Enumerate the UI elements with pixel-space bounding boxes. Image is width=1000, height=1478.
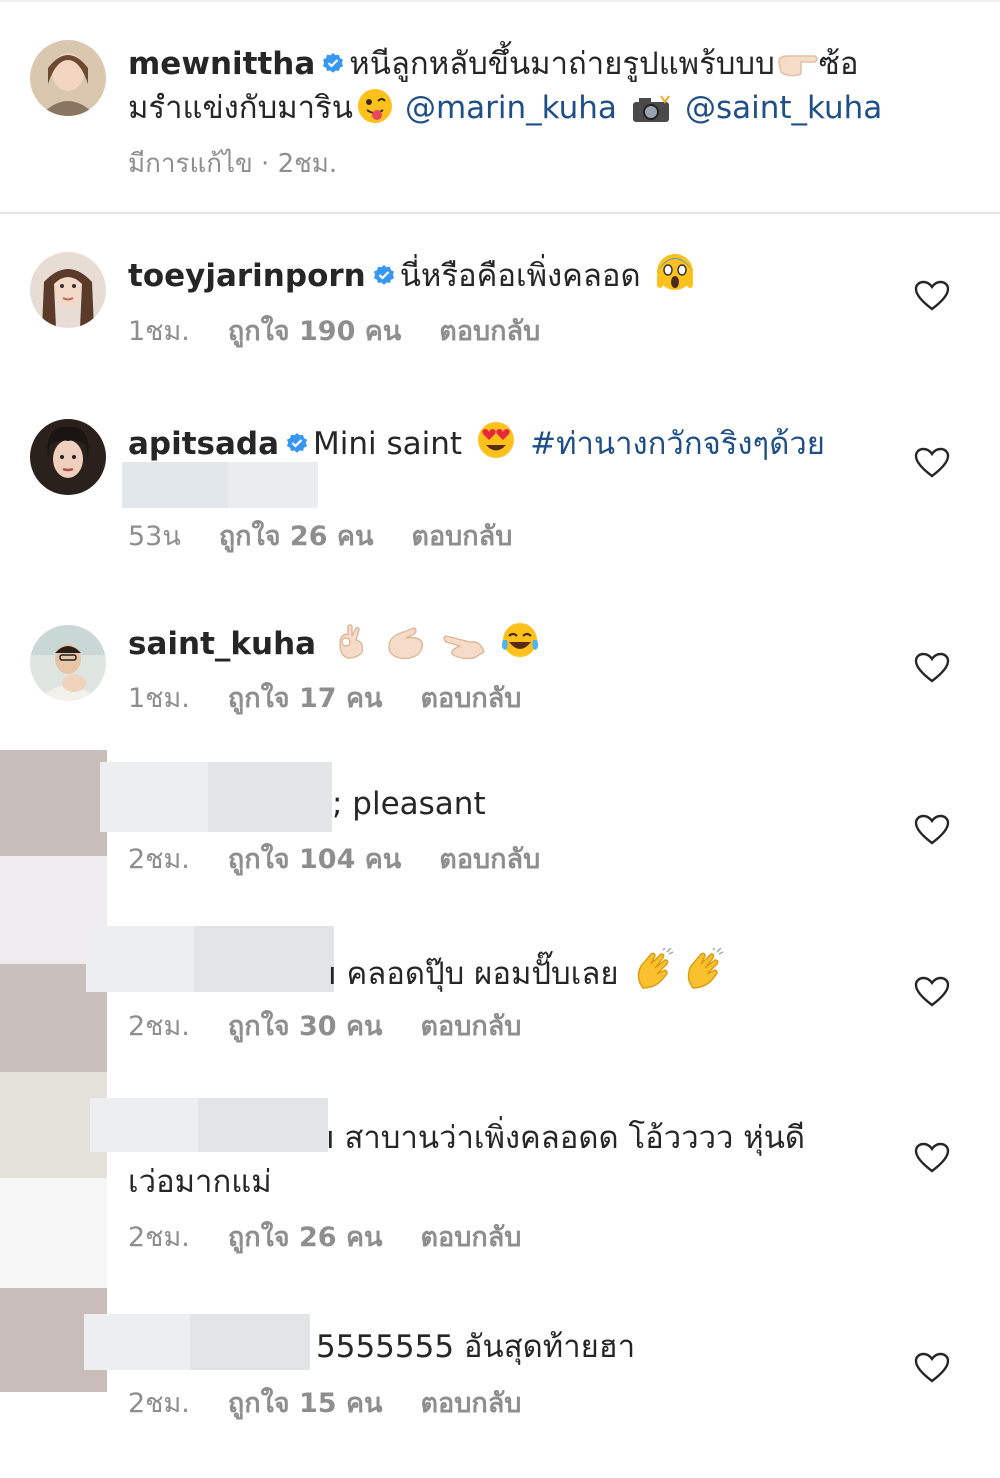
comment-likes[interactable]: ถูกใจ 15 คน [228, 1388, 383, 1419]
comment-time: 2ชม. [128, 844, 190, 875]
comment-likes[interactable]: ถูกใจ 104 คน [228, 844, 401, 875]
comment-meta: 2ชม. ถูกใจ 30 คน ตอบกลับ [128, 1007, 559, 1047]
screaming-face-emoji [655, 252, 695, 304]
verified-badge-icon [373, 265, 394, 285]
reply-button[interactable]: ตอบกลับ [439, 316, 540, 347]
reply-button[interactable]: ตอบกลับ [420, 683, 521, 714]
redacted-avatar [0, 1178, 107, 1288]
comment-time: 1ชม. [128, 316, 190, 347]
comment-meta: 2ชม. ถูกใจ 104 คน ตอบกลับ [128, 840, 578, 880]
verified-badge-icon [323, 53, 344, 73]
caption-text: หนีลูกหลับขึ้นมาถ่ายรูปแพร้บบบ [349, 46, 775, 82]
reply-button[interactable]: ตอบกลับ [411, 521, 512, 552]
username[interactable]: mewnittha [128, 46, 315, 82]
comment-likes[interactable]: ถูกใจ 26 คน [228, 1222, 383, 1253]
comment-time: 2ชม. [128, 1011, 190, 1042]
avatar[interactable] [30, 625, 106, 701]
mention-marin[interactable]: @marin_kuha [405, 90, 617, 126]
redacted-username [194, 926, 334, 992]
comment-likes[interactable]: ถูกใจ 17 คน [228, 683, 383, 714]
tears-of-joy-emoji [500, 620, 540, 672]
comment-text: ı คลอดปุ๊บ ผอมปั๊บเลย [328, 956, 619, 992]
comment-time: 2ชม. [128, 1222, 190, 1253]
reply-button[interactable]: ตอบกลับ [420, 1222, 521, 1253]
camera-flash-emoji [631, 92, 671, 136]
redacted-text [228, 462, 318, 508]
winking-tongue-emoji [357, 88, 393, 136]
heart-icon[interactable] [914, 976, 950, 1008]
comment-time: 53น [128, 521, 181, 552]
redacted-avatar [0, 750, 107, 856]
comment-meta: 53น ถูกใจ 26 คน ตอบกลับ [128, 517, 550, 557]
hashtag[interactable]: #ท่านางกวักจริงๆด้วย [530, 426, 825, 462]
username[interactable]: saint_kuha [128, 626, 316, 662]
post-caption: mewnittha หนีลูกหลับขึ้นมาถ่ายรูปแพร้บบบ ซ… [0, 0, 1000, 214]
comment-text: Mini saint [313, 426, 463, 462]
comment-time: 2ชม. [128, 1388, 190, 1419]
reply-button[interactable]: ตอบกลับ [420, 1011, 521, 1042]
comment-meta: 2ชม. ถูกใจ 26 คน ตอบกลับ [128, 1218, 559, 1258]
redacted-username [198, 1098, 328, 1152]
redacted-username [100, 762, 208, 832]
caption-text-tail: ซ้อ [818, 46, 859, 82]
comment-text: 5555555 อันสุดท้ายฮา [316, 1329, 636, 1365]
comment-text-line2: เว่อมากแม่ [128, 1164, 272, 1200]
comment-text: ı สาบานว่าเพิ่งคลอดด โอ้วววว หุ่นดี [326, 1120, 806, 1156]
caption-text-line2: มรำแข่งกับมาริน [128, 90, 353, 126]
comment-text: ; pleasant [332, 786, 486, 822]
redacted-username [208, 762, 332, 832]
avatar[interactable] [30, 40, 106, 116]
pointing-hand-emoji [440, 628, 486, 672]
heart-eyes-emoji [476, 420, 516, 472]
comment-likes[interactable]: ถูกใจ 30 คน [228, 1011, 383, 1042]
comment-meta: 1ชม. ถูกใจ 17 คน ตอบกลับ [128, 679, 559, 719]
heart-icon[interactable] [914, 814, 950, 846]
clapping-hands-emoji [633, 947, 677, 1002]
heart-icon[interactable] [914, 1352, 950, 1384]
mention-saint[interactable]: @saint_kuha [685, 90, 882, 126]
comment-likes[interactable]: ถูกใจ 26 คน [219, 521, 374, 552]
reply-button[interactable]: ตอบกลับ [420, 1388, 521, 1419]
avatar[interactable] [30, 252, 106, 328]
caption-meta: มีการแก้ไข · 2ชม. [128, 149, 338, 179]
avatar[interactable] [30, 419, 106, 495]
pinching-hand-emoji [384, 622, 428, 672]
comment-meta: 1ชม. ถูกใจ 190 คน ตอบกลับ [128, 312, 578, 352]
username[interactable]: apitsada [128, 426, 279, 462]
redacted-username [84, 1314, 190, 1370]
verified-badge-icon [287, 433, 308, 453]
username[interactable]: toeyjarinporn [128, 258, 366, 294]
heart-icon[interactable] [914, 447, 950, 479]
redacted-username [90, 1098, 198, 1152]
reply-button[interactable]: ตอบกลับ [439, 844, 540, 875]
comment-likes[interactable]: ถูกใจ 190 คน [228, 316, 401, 347]
heart-icon[interactable] [914, 1142, 950, 1174]
comment-text: นี่หรือคือเพิ่งคลอด [399, 258, 641, 294]
clapping-hands-emoji [683, 947, 727, 1002]
comment-time: 1ชม. [128, 683, 190, 714]
heart-icon[interactable] [914, 652, 950, 684]
redacted-username [190, 1314, 310, 1370]
comment-meta: 2ชม. ถูกใจ 15 คน ตอบกลับ [128, 1384, 559, 1424]
heart-icon[interactable] [914, 280, 950, 312]
ok-hand-emoji [332, 622, 370, 672]
redacted-username [86, 926, 194, 992]
